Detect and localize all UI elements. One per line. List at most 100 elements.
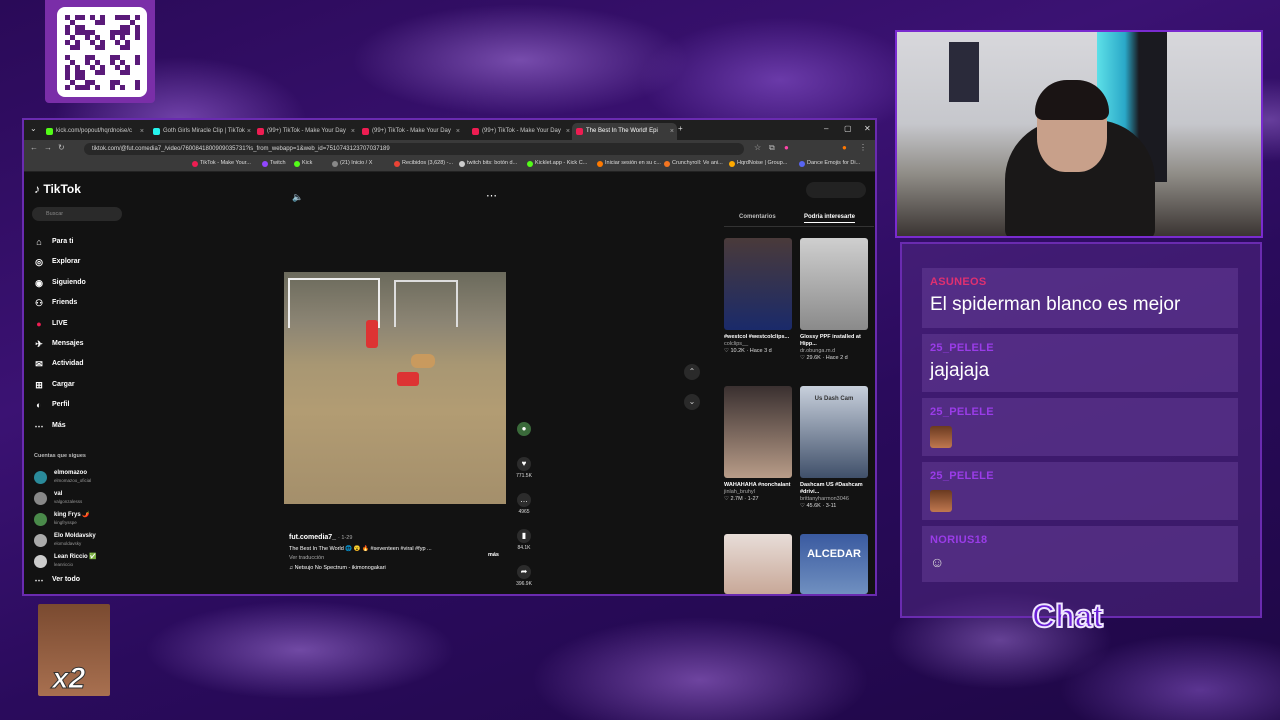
extensions-icon[interactable]: ⧉ bbox=[769, 143, 775, 153]
video-caption: fut.comedia7_ · 1-29 The Best In The Wor… bbox=[289, 534, 509, 571]
tab-search-icon[interactable]: ⌄ bbox=[30, 124, 37, 133]
account-name: Elo Moldavsky bbox=[54, 533, 96, 539]
bookmark-icon bbox=[394, 161, 400, 167]
suggested-video-thumbnail[interactable]: ALCEDAR bbox=[800, 534, 868, 594]
tab-close-icon[interactable]: × bbox=[140, 123, 144, 140]
bookmarks-bar: TikTok - Make Your... Twitch Kick (21) Inic… bbox=[24, 158, 875, 172]
browser-tab[interactable]: kick.com/popout/hqrdnoise/c × bbox=[42, 123, 147, 140]
following-account[interactable]: king Frys 🌶️ kingfrysspe bbox=[34, 511, 90, 529]
bookmark-icon bbox=[527, 161, 533, 167]
reload-icon[interactable]: ↻ bbox=[58, 143, 65, 152]
tab-close-icon[interactable]: × bbox=[351, 123, 355, 140]
sidebar-item-cargar[interactable]: ⊞ Cargar bbox=[34, 378, 75, 392]
volume-icon[interactable]: 🔈 bbox=[292, 192, 303, 203]
sidebar-item-ms[interactable]: ⋯ Más bbox=[34, 419, 66, 433]
bookmark-label: Iniciar sesión en su c... bbox=[605, 160, 661, 166]
video-username[interactable]: fut.comedia7_ · 1-29 bbox=[289, 534, 509, 541]
bookmark-item[interactable]: (21) Inicio / X bbox=[332, 160, 372, 167]
following-account[interactable]: elmomazoo elmomazoo_oficial bbox=[34, 469, 91, 487]
profile-icon[interactable]: ● bbox=[784, 143, 789, 152]
bookmark-item[interactable]: Dance Emojis for Di... bbox=[799, 160, 860, 167]
maximize-icon[interactable]: ▢ bbox=[844, 124, 852, 133]
suggested-video-thumbnail[interactable] bbox=[724, 238, 792, 330]
browser-profile-avatar[interactable]: ● bbox=[842, 143, 847, 152]
sidebar-item-explorar[interactable]: ◎ Explorar bbox=[34, 255, 80, 269]
sidebar-item-actividad[interactable]: ✉ Actividad bbox=[34, 357, 83, 371]
tab-suggestions[interactable]: Podría interesarte bbox=[804, 214, 856, 223]
bookmark-item[interactable]: Kicklet.app - Kick C... bbox=[527, 160, 587, 167]
close-window-icon[interactable]: ✕ bbox=[864, 124, 871, 133]
more-link[interactable]: más bbox=[488, 552, 499, 558]
like-button[interactable]: ♥ 771.5K bbox=[514, 457, 534, 479]
live-icon: ● bbox=[36, 318, 42, 329]
suggested-video-thumbnail[interactable] bbox=[800, 238, 868, 330]
tab-close-icon[interactable]: × bbox=[247, 123, 251, 140]
creator-avatar[interactable]: ● bbox=[514, 422, 534, 436]
tab-close-icon[interactable]: × bbox=[566, 123, 570, 140]
browser-menu-icon[interactable]: ⋮ bbox=[859, 143, 867, 152]
share-button[interactable]: ➦ 396.9K bbox=[514, 565, 534, 587]
star-icon[interactable]: ☆ bbox=[754, 143, 761, 152]
sidebar-item-perfil[interactable]: ◐ Perfil bbox=[34, 398, 69, 412]
laughing-face-emote bbox=[930, 490, 952, 512]
following-account[interactable]: Elo Moldavsky elomoldavsky bbox=[34, 532, 96, 550]
next-video-button[interactable]: ⌄ bbox=[684, 394, 700, 410]
back-icon[interactable]: ← bbox=[30, 143, 38, 152]
forward-icon[interactable]: → bbox=[44, 143, 52, 152]
previous-video-button[interactable]: ⌃ bbox=[684, 364, 700, 380]
qr-module bbox=[135, 35, 140, 40]
suggested-video-thumbnail[interactable]: Us Dash Cam bbox=[800, 386, 868, 478]
bookmark-item[interactable]: Kick bbox=[294, 160, 312, 167]
following-account[interactable]: val valgonzalesss bbox=[34, 490, 82, 508]
chat-username: NORIUS18 bbox=[930, 534, 988, 546]
following-account[interactable]: Lean Riccio ✅ leanriccio bbox=[34, 553, 97, 571]
chat-panel: ASUNEOS El spiderman blanco es mejor 25_PE… bbox=[900, 242, 1262, 618]
new-tab-icon[interactable]: + bbox=[678, 124, 683, 133]
comment-button[interactable]: … 4965 bbox=[514, 493, 534, 515]
video-player[interactable] bbox=[284, 272, 506, 504]
bookmark-item[interactable]: twitch bits: botón d... bbox=[459, 160, 517, 167]
tab-label: (99+) TikTok - Make Your Day bbox=[267, 128, 346, 134]
suggested-video-thumbnail[interactable] bbox=[724, 534, 792, 594]
bookmark-item[interactable]: TikTok - Make Your... bbox=[192, 160, 251, 167]
sidebar-item-parati[interactable]: ⌂ Para ti bbox=[34, 235, 73, 249]
chat-message-text: jajajaja bbox=[930, 360, 990, 381]
tab-comments[interactable]: Comentarios bbox=[739, 214, 776, 220]
browser-tab[interactable]: (99+) TikTok - Make Your Day × bbox=[468, 123, 573, 140]
bookmark-item[interactable]: HqrdNoise | Group... bbox=[729, 160, 787, 167]
save-button[interactable]: ▮ 84.1K bbox=[514, 529, 534, 551]
share-icon: ➦ bbox=[517, 565, 531, 579]
browser-tab[interactable]: (99+) TikTok - Make Your Day × bbox=[358, 123, 463, 140]
sidebar-item-siguiendo[interactable]: ◉ Siguiendo bbox=[34, 276, 86, 290]
bookmark-icon bbox=[332, 161, 338, 167]
tiktok-logo[interactable]: ♪ TikTok bbox=[34, 182, 81, 196]
bookmark-item[interactable]: Crunchyroll: Ve ani... bbox=[664, 160, 723, 167]
music-label[interactable]: ♫ Netsujo No Spectrum - ikimonogakari bbox=[289, 565, 509, 571]
qr-code bbox=[57, 7, 147, 97]
browser-tab[interactable]: (99+) TikTok - Make Your Day × bbox=[253, 123, 358, 140]
sidebar-item-live[interactable]: ● LIVE bbox=[34, 317, 68, 331]
bookmark-item[interactable]: Twitch bbox=[262, 160, 286, 167]
see-all-link[interactable]: ⋯ Ver todo bbox=[34, 573, 81, 587]
chat-message: ASUNEOS El spiderman blanco es mejor bbox=[922, 268, 1238, 328]
browser-tab[interactable]: The Best In The World! Epi × bbox=[572, 123, 677, 140]
sidebar-item-label: Para ti bbox=[52, 238, 74, 245]
search-input[interactable]: Buscar bbox=[32, 207, 122, 221]
translate-link[interactable]: Ver traducción bbox=[289, 555, 509, 561]
sidebar-item-mensajes[interactable]: ✈ Mensajes bbox=[34, 337, 83, 351]
url-field[interactable]: tiktok.com/@fut.comedia7_/video/76008418… bbox=[84, 143, 744, 155]
bookmark-item[interactable]: Iniciar sesión en su c... bbox=[597, 160, 661, 167]
suggested-video-stats: ♡ 10.2K · Hace 3 d bbox=[724, 348, 772, 354]
suggested-video-thumbnail[interactable] bbox=[724, 386, 792, 478]
tab-close-icon[interactable]: × bbox=[670, 123, 674, 140]
sidebar-item-label: Cargar bbox=[52, 380, 75, 388]
minimize-icon[interactable]: – bbox=[824, 124, 828, 133]
more-icon: ⋯ bbox=[34, 420, 44, 431]
browser-tab[interactable]: Goth Girls Miracle Clip | TikTok × bbox=[149, 123, 254, 140]
sidebar-item-friends[interactable]: ⚇ Friends bbox=[34, 296, 77, 310]
account-name: Lean Riccio ✅ bbox=[54, 554, 97, 560]
more-options-icon[interactable]: ⋯ bbox=[486, 189, 497, 202]
tab-close-icon[interactable]: × bbox=[456, 123, 460, 140]
sidebar-item-label: LIVE bbox=[52, 319, 68, 327]
bookmark-item[interactable]: Recibidos (3,628) -... bbox=[394, 160, 453, 167]
